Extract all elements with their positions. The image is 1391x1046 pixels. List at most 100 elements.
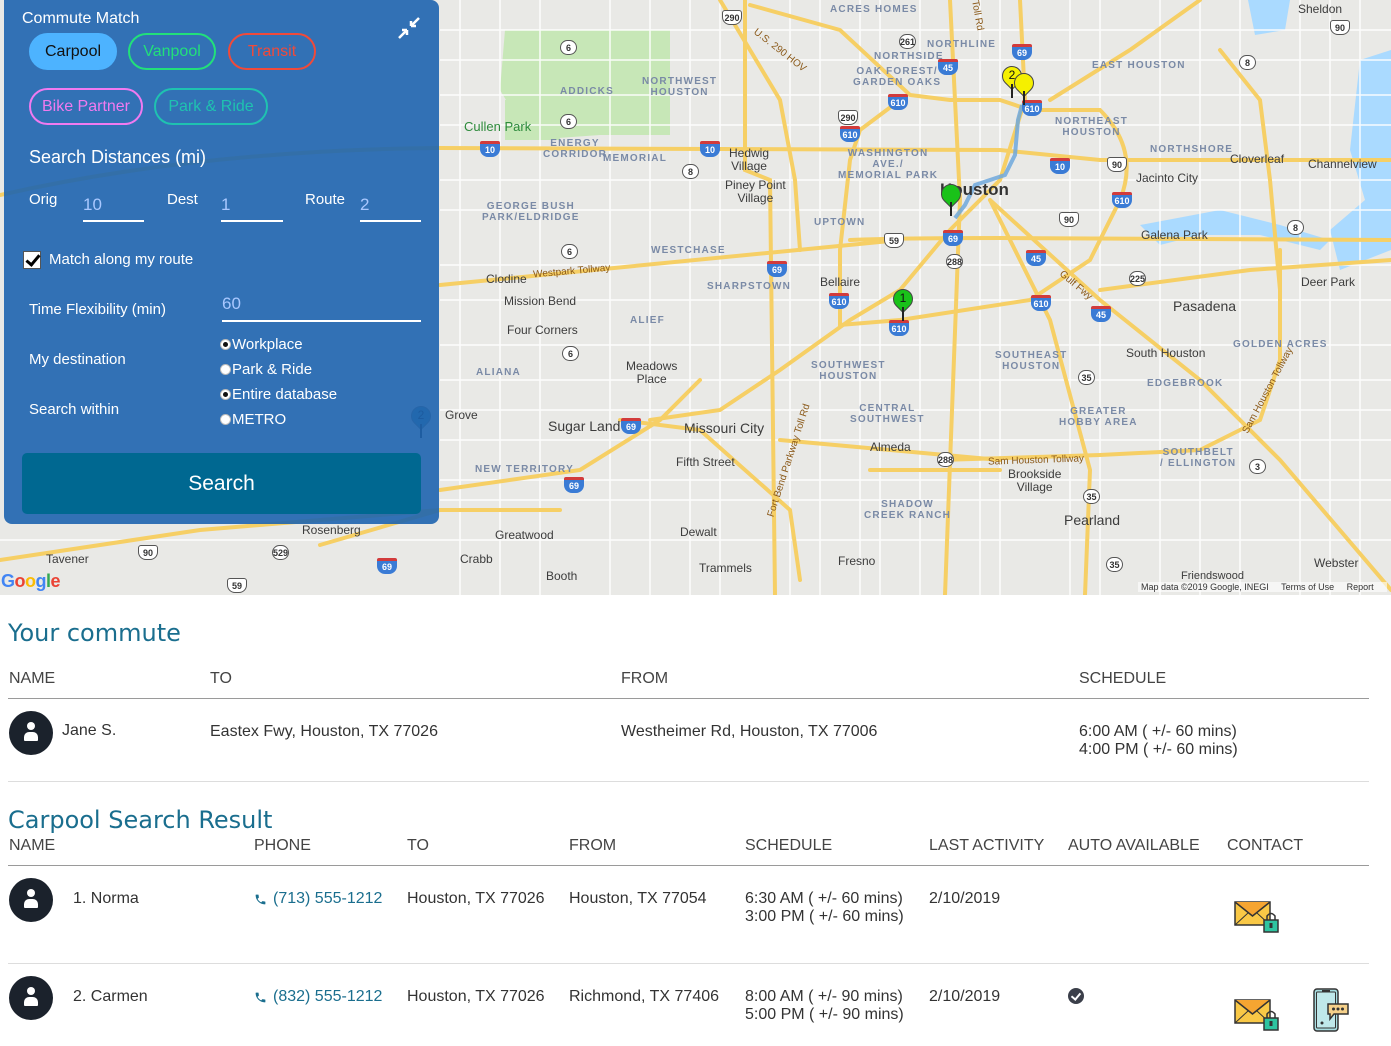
secure-email-button[interactable] bbox=[1234, 900, 1280, 939]
avatar bbox=[9, 878, 53, 922]
map-pin-origin[interactable] bbox=[936, 179, 966, 220]
interstate-shield: 610 bbox=[888, 94, 908, 110]
map-label: Tavener bbox=[46, 552, 89, 566]
state-route-shield: 8 bbox=[682, 164, 699, 179]
map-label: NORTHLINE bbox=[927, 39, 997, 50]
mode-bike-partner-button[interactable]: Bike Partner bbox=[29, 88, 143, 125]
map-pin-match-1[interactable]: 1 bbox=[888, 284, 918, 325]
column-header-to: TO bbox=[210, 670, 232, 687]
state-route-shield: 6 bbox=[561, 244, 578, 259]
interstate-shield: 610 bbox=[840, 126, 860, 142]
column-header-schedule: SCHEDULE bbox=[745, 837, 833, 854]
state-route-shield: 35 bbox=[1083, 489, 1100, 504]
time-flex-input[interactable] bbox=[222, 288, 421, 322]
report-link[interactable]: Report bbox=[1347, 582, 1374, 592]
map-label: NORTHEAST HOUSTON bbox=[1055, 116, 1129, 138]
map-label: Cullen Park bbox=[464, 119, 532, 134]
column-header-auto-available: AUTO AVAILABLE bbox=[1068, 837, 1200, 854]
state-route-shield: 3 bbox=[1249, 459, 1266, 474]
orig-distance-input[interactable] bbox=[83, 190, 144, 222]
map-label: SHADOW CREEK RANCH bbox=[864, 499, 952, 521]
match-route-checkbox[interactable] bbox=[23, 251, 41, 269]
dest-distance-input[interactable] bbox=[221, 190, 283, 222]
search-within-label: Search within bbox=[29, 401, 120, 418]
column-header-from: FROM bbox=[621, 670, 669, 687]
map-label: Deer Park bbox=[1301, 275, 1356, 289]
map-label: SOUTHBELT / ELLINGTON bbox=[1160, 447, 1237, 469]
header-divider bbox=[8, 698, 1369, 699]
search-button[interactable]: Search bbox=[22, 453, 421, 514]
state-route-shield: 288 bbox=[937, 452, 954, 467]
commute-schedule-pm: 4:00 PM ( +/- 60 mins) bbox=[1079, 741, 1238, 758]
map-label: Channelview bbox=[1308, 157, 1377, 171]
column-header-name: NAME bbox=[9, 837, 56, 854]
map-label: Jacinto City bbox=[1136, 171, 1199, 185]
interstate-shield: 69 bbox=[1012, 44, 1032, 60]
phone-link[interactable]: (832) 555-1212 bbox=[254, 988, 382, 1006]
map-label: Cloverleaf bbox=[1230, 152, 1285, 166]
radio-label: Park & Ride bbox=[232, 361, 313, 378]
commute-match-panel: Commute Match Carpool Vanpool Transit Bi… bbox=[4, 0, 439, 524]
search-within-metro-radio[interactable]: METRO bbox=[220, 411, 286, 428]
map-label: GREATER HOBBY AREA bbox=[1059, 406, 1138, 428]
match-route-label: Match along my route bbox=[49, 251, 194, 268]
map-label: Pearland bbox=[1064, 512, 1121, 528]
route-distance-input[interactable] bbox=[360, 190, 421, 222]
map-label: Grove bbox=[445, 408, 478, 422]
match-from: Houston, TX 77054 bbox=[569, 890, 707, 907]
route-label: Route bbox=[305, 191, 346, 208]
destination-park-ride-radio[interactable]: Park & Ride bbox=[220, 361, 312, 378]
map-label: Dewalt bbox=[680, 525, 717, 539]
search-within-entire-radio[interactable]: Entire database bbox=[220, 386, 337, 403]
radio-indicator[interactable] bbox=[220, 339, 231, 350]
map-label: Meadows Place bbox=[626, 359, 678, 386]
collapse-panel-button[interactable] bbox=[397, 16, 421, 40]
map-data-credit: Map data ©2019 Google, INEGI bbox=[1141, 582, 1269, 592]
match-schedule-am: 8:00 AM ( +/- 90 mins) bbox=[745, 988, 903, 1005]
map-pin-destination[interactable] bbox=[1009, 68, 1039, 109]
map-label: Mission Bend bbox=[504, 294, 577, 308]
map-label: SOUTHEAST HOUSTON bbox=[995, 350, 1068, 372]
terms-link[interactable]: Terms of Use bbox=[1281, 582, 1334, 592]
match-name: 2. Carmen bbox=[73, 988, 148, 1005]
map-label: NORTHSHORE bbox=[1150, 144, 1234, 155]
column-header-phone: PHONE bbox=[254, 837, 311, 854]
us-route-shield: 290 bbox=[838, 110, 858, 125]
column-header-contact: CONTACT bbox=[1227, 837, 1304, 854]
secure-email-button[interactable] bbox=[1234, 998, 1280, 1037]
state-route-shield: 35 bbox=[1106, 557, 1123, 572]
map-label: Clodine bbox=[486, 272, 527, 286]
radio-indicator[interactable] bbox=[220, 414, 231, 425]
map-label: Brookside Village bbox=[1008, 467, 1062, 494]
mode-park-ride-button[interactable]: Park & Ride bbox=[154, 88, 268, 125]
mode-transit-button[interactable]: Transit bbox=[228, 33, 316, 70]
state-route-shield: 529 bbox=[272, 545, 289, 560]
map-label: ADDICKS bbox=[560, 86, 614, 97]
google-logo: Google bbox=[1, 571, 61, 591]
column-header-name: NAME bbox=[9, 670, 56, 687]
pin-stem bbox=[902, 307, 904, 321]
pin-stem bbox=[1023, 91, 1025, 105]
phone-link[interactable]: (713) 555-1212 bbox=[254, 890, 382, 908]
radio-indicator[interactable] bbox=[220, 364, 231, 375]
search-distances-title: Search Distances (mi) bbox=[29, 147, 207, 167]
map-label: WESTCHASE bbox=[651, 245, 726, 256]
interstate-shield: 610 bbox=[829, 293, 849, 309]
match-to: Houston, TX 77026 bbox=[407, 988, 545, 1005]
mode-vanpool-button[interactable]: Vanpool bbox=[128, 33, 216, 70]
interstate-shield: 610 bbox=[1031, 295, 1051, 311]
column-header-last-activity: LAST ACTIVITY bbox=[929, 837, 1045, 854]
interstate-shield: 45 bbox=[1091, 306, 1111, 322]
mode-carpool-button[interactable]: Carpool bbox=[29, 33, 117, 70]
destination-workplace-radio[interactable]: Workplace bbox=[220, 336, 303, 353]
text-message-button[interactable] bbox=[1312, 987, 1350, 1038]
radio-indicator[interactable] bbox=[220, 389, 231, 400]
map-label: Sheldon bbox=[1298, 2, 1343, 16]
us-route-shield: 90 bbox=[138, 545, 158, 560]
interstate-shield: 69 bbox=[943, 230, 963, 246]
state-route-shield: 6 bbox=[560, 114, 577, 129]
commute-from: Westheimer Rd, Houston, TX 77006 bbox=[621, 723, 878, 740]
auto-available-check-icon bbox=[1068, 988, 1084, 1004]
map-label: ENERGY CORRIDOR bbox=[543, 138, 608, 160]
phone-icon bbox=[255, 894, 266, 904]
